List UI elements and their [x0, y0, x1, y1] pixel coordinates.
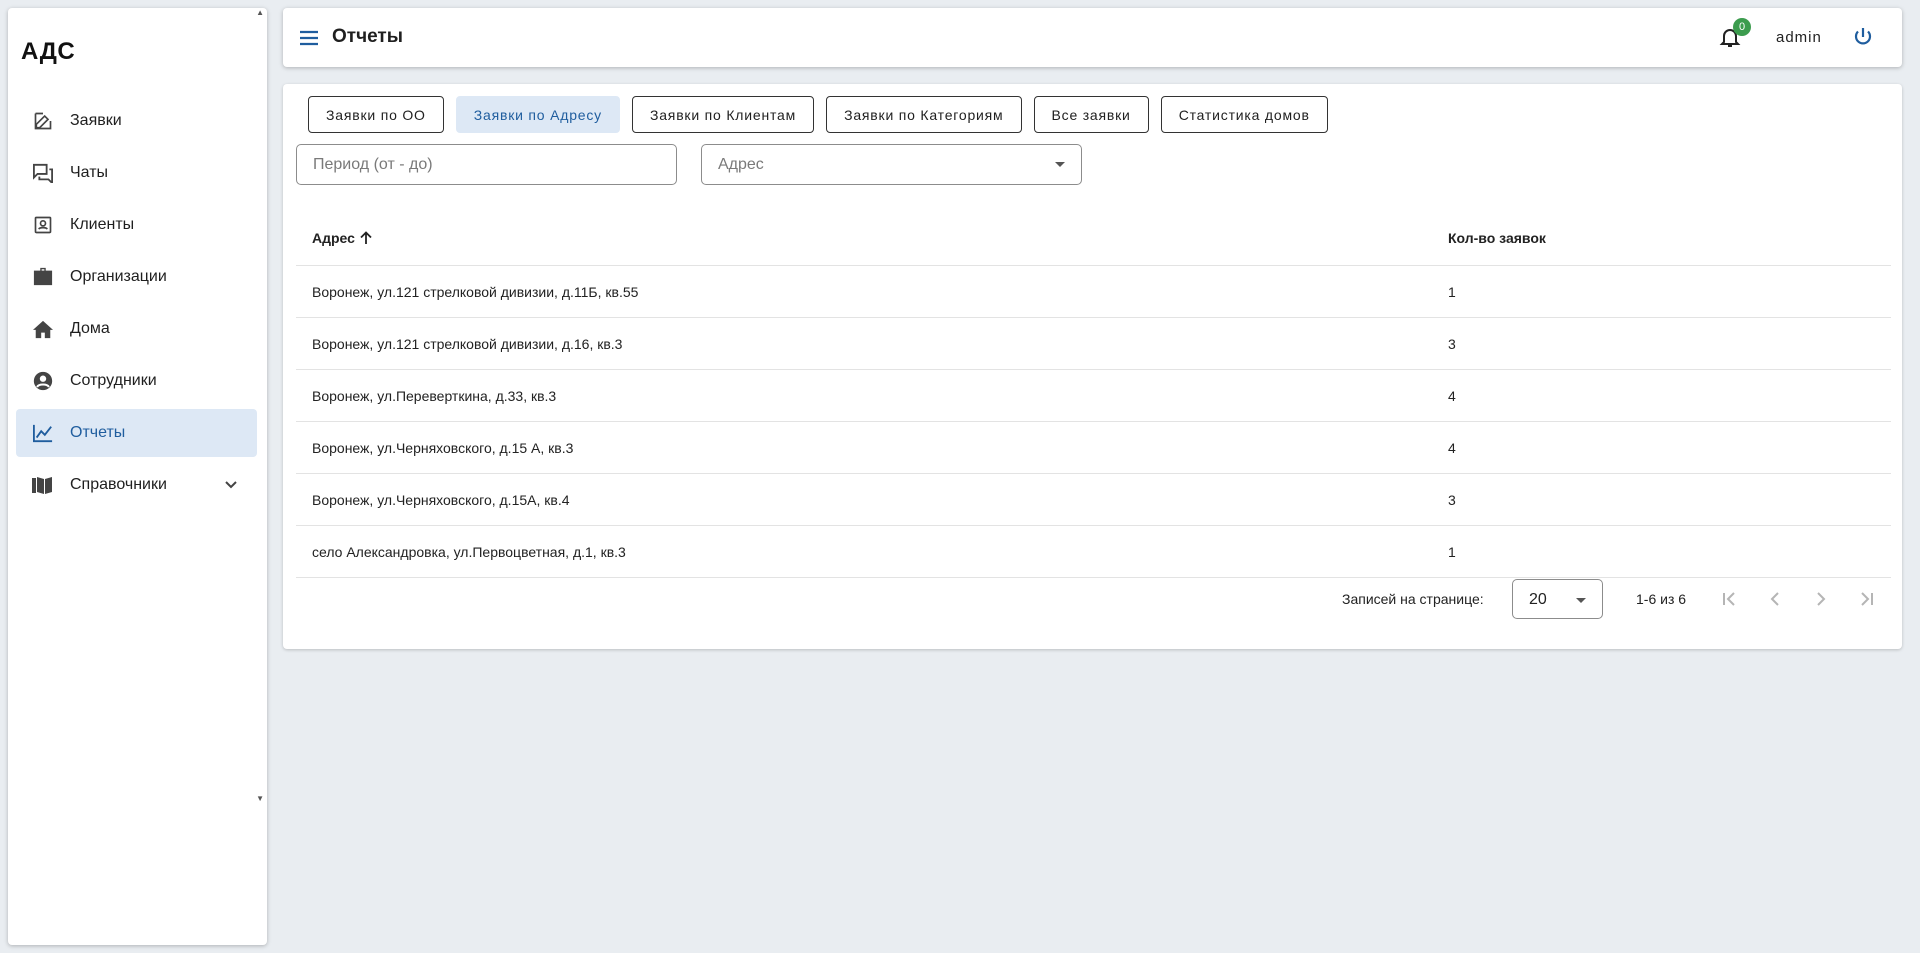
cell-address: Воронеж, ул.Черняховского, д.15А, кв.4 — [312, 492, 570, 508]
sidebar-item-label: Организации — [70, 268, 167, 285]
home-icon — [31, 317, 55, 341]
account-circle-icon — [31, 369, 55, 393]
sidebar-item-label: Заявки — [70, 112, 122, 129]
scroll-up-arrow-icon[interactable]: ▲ — [256, 8, 264, 17]
page-range: 1-6 из 6 — [1636, 591, 1687, 607]
period-placeholder: Период (от - до) — [313, 156, 433, 173]
sidebar-item-directories[interactable]: Справочники — [16, 461, 257, 509]
cell-address: Воронеж, ул.121 стрелковой дивизии, д.11… — [312, 284, 639, 300]
sidebar-item-clients[interactable]: Клиенты — [16, 201, 257, 249]
cell-count: 4 — [1448, 388, 1456, 404]
rows-per-page-value: 20 — [1529, 591, 1547, 608]
cell-address: Воронеж, ул.Черняховского, д.15 А, кв.3 — [312, 440, 574, 456]
last-page-icon[interactable] — [1855, 587, 1879, 611]
column-header-address[interactable]: Адрес — [312, 230, 374, 246]
table-row[interactable]: Воронеж, ул.121 стрелковой дивизии, д.16… — [296, 318, 1891, 370]
sidebar-item-label: Дома — [70, 320, 110, 337]
power-icon[interactable] — [1851, 25, 1875, 49]
report-table: Адрес Кол-во заявок Воронеж, ул.121 стре… — [296, 210, 1891, 578]
edit-icon — [31, 109, 55, 133]
user-name[interactable]: admin — [1776, 29, 1822, 46]
contact-card-icon — [31, 213, 55, 237]
table-header: Адрес Кол-во заявок — [296, 210, 1891, 266]
chevron-down-icon[interactable] — [221, 475, 241, 495]
dropdown-arrow-icon — [1055, 162, 1065, 167]
table-row[interactable]: Воронеж, ул.121 стрелковой дивизии, д.11… — [296, 266, 1891, 318]
scroll-down-arrow-icon[interactable]: ▼ — [256, 794, 264, 803]
sidebar-item-label: Сотрудники — [70, 372, 157, 389]
tab-requests-by-clients[interactable]: Заявки по Клиентам — [631, 96, 815, 133]
briefcase-icon — [31, 265, 55, 289]
sidebar-nav: Заявки Чаты Клиенты Организации Дома Сот… — [16, 97, 257, 513]
cell-count: 1 — [1448, 544, 1456, 560]
pagination: Записей на странице: 20 1-6 из 6 — [296, 579, 1891, 619]
page-title: Отчеты — [332, 26, 403, 47]
sidebar-item-chats[interactable]: Чаты — [16, 149, 257, 197]
tab-requests-by-org[interactable]: Заявки по ОО — [308, 96, 444, 133]
sort-ascending-icon[interactable] — [358, 230, 374, 246]
dropdown-arrow-icon — [1576, 598, 1586, 603]
tab-all-requests[interactable]: Все заявки — [1033, 96, 1149, 133]
first-page-icon[interactable] — [1717, 587, 1741, 611]
previous-page-icon[interactable] — [1763, 587, 1787, 611]
cell-count: 3 — [1448, 336, 1456, 352]
report-tabs: Заявки по ОО Заявки по Адресу Заявки по … — [308, 96, 1340, 133]
tab-requests-by-address[interactable]: Заявки по Адресу — [455, 96, 620, 133]
chart-line-icon — [31, 421, 55, 445]
sidebar: ▲ АДС Заявки Чаты Клиенты Организации До… — [8, 8, 267, 945]
table-row[interactable]: Воронеж, ул.Черняховского, д.15 А, кв.3 … — [296, 422, 1891, 474]
cell-address: Воронеж, ул.Переверткина, д.33, кв.3 — [312, 388, 557, 404]
rows-per-page-label: Записей на странице: — [1342, 591, 1484, 607]
cell-count: 4 — [1448, 440, 1456, 456]
notification-badge: 0 — [1733, 18, 1751, 36]
menu-icon[interactable] — [297, 26, 321, 50]
table-row[interactable]: Воронеж, ул.Черняховского, д.15А, кв.4 3 — [296, 474, 1891, 526]
table-row[interactable]: село Александровка, ул.Первоцветная, д.1… — [296, 526, 1891, 578]
sidebar-item-houses[interactable]: Дома — [16, 305, 257, 353]
cell-address: село Александровка, ул.Первоцветная, д.1… — [312, 544, 626, 560]
next-page-icon[interactable] — [1809, 587, 1833, 611]
period-input[interactable]: Период (от - до) — [296, 144, 677, 185]
report-card: Заявки по ОО Заявки по Адресу Заявки по … — [283, 84, 1902, 649]
column-header-count[interactable]: Кол-во заявок — [1448, 230, 1546, 246]
cell-count: 3 — [1448, 492, 1456, 508]
column-header-label: Адрес — [312, 230, 355, 246]
sidebar-item-reports[interactable]: Отчеты — [16, 409, 257, 457]
book-icon — [31, 473, 55, 497]
rows-per-page-select[interactable]: 20 — [1512, 579, 1603, 619]
chat-icon — [31, 161, 55, 185]
sidebar-item-organizations[interactable]: Организации — [16, 253, 257, 301]
table-row[interactable]: Воронеж, ул.Переверткина, д.33, кв.3 4 — [296, 370, 1891, 422]
address-placeholder: Адрес — [718, 156, 764, 173]
sidebar-item-label: Клиенты — [70, 216, 135, 233]
sidebar-item-employees[interactable]: Сотрудники — [16, 357, 257, 405]
cell-address: Воронеж, ул.121 стрелковой дивизии, д.16… — [312, 336, 623, 352]
sidebar-item-label: Справочники — [70, 476, 167, 493]
sidebar-item-requests[interactable]: Заявки — [16, 97, 257, 145]
sidebar-item-label: Чаты — [70, 164, 109, 181]
cell-count: 1 — [1448, 284, 1456, 300]
tab-house-statistics[interactable]: Статистика домов — [1160, 96, 1328, 133]
top-app-bar: Отчеты 0 admin — [283, 8, 1902, 67]
sidebar-item-label: Отчеты — [70, 424, 126, 441]
address-select[interactable]: Адрес — [701, 144, 1082, 185]
tab-requests-by-categories[interactable]: Заявки по Категориям — [826, 96, 1022, 133]
column-header-label: Кол-во заявок — [1448, 230, 1546, 246]
app-brand: АДС — [21, 38, 76, 65]
